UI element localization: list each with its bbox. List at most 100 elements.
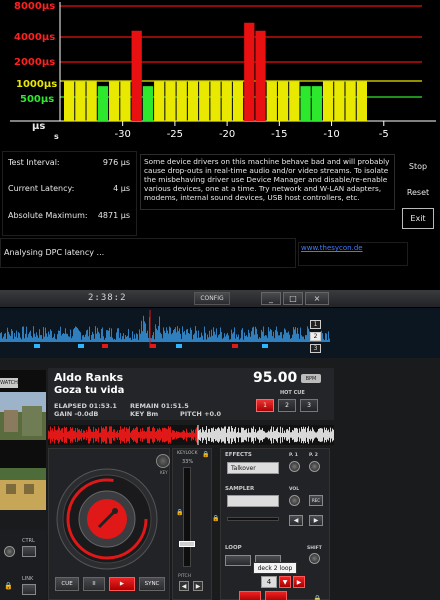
overview-wave-sample [227,332,228,342]
overview-wave-sample [4,333,5,342]
deck-selector-2[interactable]: 2 [310,332,321,341]
pause-button[interactable]: II [83,577,105,591]
overview-wave-sample [90,339,91,342]
overview-marker [262,344,268,348]
scratch-wave-sample [64,426,65,444]
deck-selector-3[interactable]: 3 [310,344,321,353]
scratch-wave-sample [130,432,131,438]
pitch-down-button[interactable]: ◀ [179,581,189,591]
sampler-vol-knob[interactable] [289,495,300,506]
sampler-fader[interactable] [227,517,279,521]
overview-wave-sample [61,335,62,342]
video-preview[interactable]: WATCH [0,370,46,510]
x-tick-label--10: -10 [323,129,339,140]
shift-knob[interactable] [309,553,320,564]
sampler-next-button[interactable]: ▶ [309,515,323,526]
hot-cue-1-button[interactable]: 1 [256,399,274,412]
key-knob[interactable] [156,454,170,468]
loop-lock-icon[interactable]: 🔒 [313,595,322,600]
close-button[interactable]: × [305,292,329,305]
overview-wave-sample [207,334,208,342]
scratch-wave-sample [89,426,90,444]
ctrl-button[interactable] [22,546,36,557]
left-lock-icon[interactable]: 🔒 [4,582,13,590]
scratch-wave-sample [159,427,160,443]
link-button[interactable] [22,584,36,595]
bpm-tag[interactable]: BPM [301,374,321,383]
overview-wave-sample [25,333,26,342]
loop-smart-button[interactable] [265,591,287,600]
hot-cue-3-button[interactable]: 3 [300,399,318,412]
left-knob[interactable] [4,546,15,557]
waveform-overview[interactable]: 1 2 3 [0,308,440,358]
scratch-waveform[interactable] [48,425,334,445]
hot-cue-2-button[interactable]: 2 [278,399,296,412]
scratch-wave-sample [277,427,278,443]
sampler-prev-button[interactable]: ◀ [289,515,303,526]
x-tick-label--30: -30 [114,129,130,140]
pitch-lock-icon[interactable]: 🔒 [176,509,183,516]
overview-wave-sample [39,329,40,342]
cue-button[interactable]: CUE [55,577,79,591]
pitch-panel: KEYLOCK 33% 🔒 🔒 PITCH ◀ ▶ [172,448,212,600]
pitch-slider-track[interactable] [183,467,191,567]
scratch-wave-sample [138,431,139,439]
scratch-wave-sample [294,427,295,443]
watch-tab[interactable]: WATCH [0,378,18,388]
minimize-button[interactable]: _ [261,292,281,305]
overview-wave-sample [95,326,96,342]
overview-wave-sample [129,338,130,342]
overview-wave-sample [0,333,1,342]
loop-in-button[interactable] [225,555,251,566]
effect-select[interactable]: Talkover [227,462,279,474]
overview-wave-sample [100,338,101,342]
overview-wave-sample [168,333,169,342]
sampler-select[interactable] [227,495,279,507]
stop-button[interactable]: Stop [402,156,434,177]
deck-lock-icon[interactable]: 🔒 [212,515,219,522]
deck-selector-1[interactable]: 1 [310,320,321,329]
scratch-wave-sample [234,428,235,442]
overview-wave-sample [285,329,286,342]
scratch-wave-sample [318,428,319,442]
overview-wave-sample [261,329,262,342]
overview-wave-sample [89,326,90,342]
jog-wheel[interactable] [55,467,159,571]
sampler-rec-button[interactable]: REC [309,495,323,506]
overview-wave-sample [250,336,251,342]
exit-button[interactable]: Exit [402,208,434,229]
scratch-wave-sample [243,427,244,443]
pitch-up-button[interactable]: ▶ [193,581,203,591]
video-thumbnail [0,392,46,510]
loop-length-down-button[interactable]: ▼ [279,576,291,588]
effect-p1-knob[interactable] [289,461,300,472]
scratch-wave-sample [285,432,286,438]
overview-wave-sample [48,331,49,342]
scratch-wave-sample [81,429,82,441]
keylock-lock-icon[interactable]: 🔒 [202,451,209,458]
overview-wave-sample [12,330,13,342]
config-button[interactable]: CONFIG [194,292,230,305]
overview-wave-sample [154,339,155,342]
thesycon-link[interactable]: www.thesycon.de [298,242,408,266]
scratch-wave-sample [291,432,292,438]
scratch-wave-sample [77,427,78,443]
sync-button[interactable]: SYNC [139,577,165,591]
latency-bar-22 [311,86,322,121]
loop-exit-button[interactable] [239,591,261,600]
play-button[interactable]: ▶ [109,577,135,591]
effect-p2-knob[interactable] [309,461,320,472]
reset-button[interactable]: Reset [402,182,434,203]
loop-length-up-button[interactable]: ▶ [293,576,305,588]
pitch-slider-handle[interactable] [179,541,195,547]
scratch-wave-sample [158,429,159,441]
current-latency-value: 4 µs [113,184,130,193]
scratch-wave-sample [275,430,276,440]
overview-wave-sample [201,332,202,342]
scratch-wave-sample [61,428,62,442]
overview-wave-sample [180,333,181,342]
scratch-wave-sample [210,432,211,438]
overview-wave-sample [197,337,198,342]
maximize-button[interactable]: □ [283,292,303,305]
overview-marker [176,344,182,348]
